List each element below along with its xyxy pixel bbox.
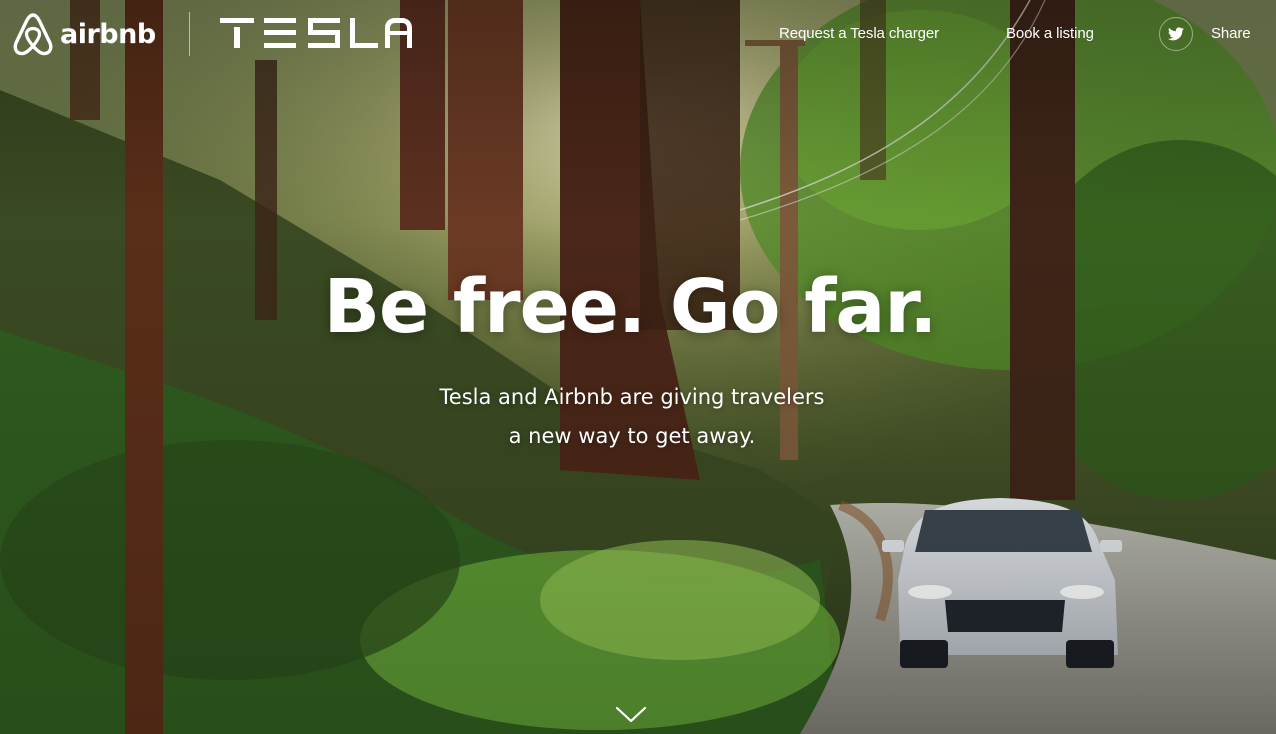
request-tesla-charger-link[interactable]: Request a Tesla charger [779,25,939,42]
tesla-wordmark [220,18,412,48]
hero-background [0,0,1276,734]
hero-subtitle-line-2: a new way to get away. [508,424,756,448]
top-navigation-bar: airbnb Request a Tesla charger Book a li… [0,0,1276,70]
book-a-listing-link[interactable]: Book a listing [1006,25,1094,42]
brand-divider [189,12,190,56]
twitter-share-button[interactable] [1159,17,1193,51]
tesla-logo-link[interactable] [220,18,412,52]
scroll-down-button[interactable] [614,704,648,728]
forest-road-photo [0,0,1276,734]
chevron-down-icon [615,706,647,723]
airbnb-wordmark: airbnb [60,18,156,50]
hero-headline: Be free. Go far. [323,264,938,350]
hero-subtitle-line-1: Tesla and Airbnb are giving travelers [439,385,825,409]
share-link[interactable]: Share [1211,25,1251,42]
airbnb-belo-icon [13,13,53,56]
twitter-icon [1168,27,1184,41]
airbnb-logo-link[interactable]: airbnb [12,12,156,56]
